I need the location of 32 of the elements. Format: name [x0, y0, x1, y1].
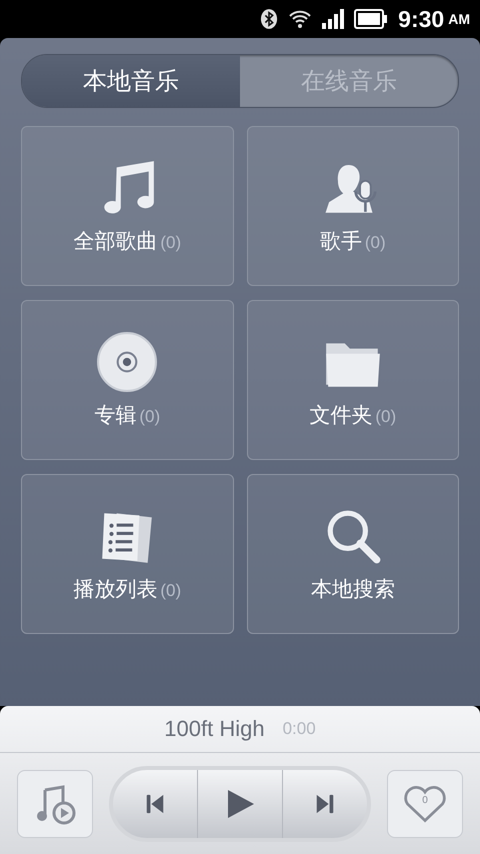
tile-count: (0) [375, 407, 396, 427]
tile-label: 播放列表 [73, 577, 158, 603]
favorite-button[interactable]: 0 [387, 770, 463, 838]
tab[interactable]: 本地音乐 [22, 55, 240, 107]
tile-label: 文件夹 [309, 403, 372, 429]
tile-count: (0) [160, 233, 182, 253]
disc-icon [96, 331, 158, 393]
tile-label: 专辑 [94, 403, 136, 429]
status-time: 9:30 [398, 6, 444, 32]
status-ampm: AM [448, 11, 470, 27]
category-tile[interactable]: 全部歌曲(0) [21, 126, 234, 286]
play-icon [225, 788, 255, 820]
tile-count: (0) [364, 233, 386, 253]
category-tile[interactable]: 播放列表(0) [21, 474, 234, 634]
favorite-count: 0 [421, 794, 429, 806]
bluetooth-icon [260, 8, 278, 30]
category-tile[interactable]: 专辑(0) [21, 300, 234, 460]
tile-label: 歌手 [320, 229, 362, 255]
tile-label: 全部歌曲 [73, 229, 158, 255]
battery-icon [354, 9, 388, 29]
category-tile[interactable]: 本地搜索 [246, 474, 459, 634]
category-tile[interactable]: 歌手(0) [246, 126, 459, 286]
play-button[interactable] [197, 770, 283, 838]
song-title: 100ft High [164, 716, 265, 742]
signal-icon [322, 9, 344, 29]
category-tile[interactable]: 文件夹(0) [246, 300, 459, 460]
song-time: 0:00 [282, 719, 316, 739]
wifi-icon [288, 9, 312, 29]
now-playing-button[interactable] [17, 770, 93, 838]
tile-count: (0) [160, 581, 182, 601]
tile-count: (0) [139, 407, 160, 427]
tile-label: 本地搜索 [310, 577, 395, 603]
